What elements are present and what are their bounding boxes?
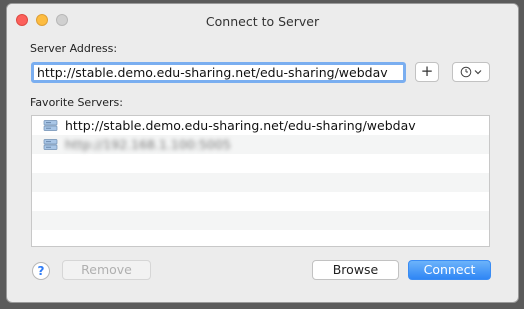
- empty-list-row: [32, 154, 489, 173]
- chevron-down-icon: [474, 70, 482, 75]
- network-drive-icon: [43, 119, 58, 131]
- empty-list-row: [32, 173, 489, 192]
- server-address-input[interactable]: [31, 62, 406, 83]
- connect-button[interactable]: Connect: [408, 260, 491, 280]
- window-title: Connect to Server: [205, 14, 320, 29]
- remove-button: Remove: [62, 260, 151, 280]
- recent-servers-button[interactable]: [452, 62, 490, 82]
- add-to-favorites-button[interactable]: +: [415, 62, 439, 82]
- empty-list-row: [32, 230, 489, 246]
- empty-list-row: [32, 192, 489, 211]
- favorite-server-item[interactable]: http://stable.demo.edu-sharing.net/edu-s…: [32, 116, 489, 135]
- title-bar: Connect to Server: [7, 4, 518, 36]
- favorite-servers-list: http://stable.demo.edu-sharing.net/edu-s…: [31, 115, 490, 247]
- favorite-server-label: http://stable.demo.edu-sharing.net/edu-s…: [65, 118, 416, 133]
- server-address-label: Server Address:: [30, 42, 118, 55]
- empty-list-row: [32, 211, 489, 230]
- network-drive-icon: [43, 138, 58, 150]
- favorite-server-label: http://192.168.1.100:5005: [65, 137, 231, 152]
- connect-to-server-window: Connect to Server Server Address: + Favo…: [7, 4, 518, 302]
- browse-button[interactable]: Browse: [312, 260, 399, 280]
- favorite-server-item[interactable]: http://192.168.1.100:5005: [32, 135, 489, 154]
- help-button[interactable]: ?: [32, 262, 50, 280]
- favorite-servers-label: Favorite Servers:: [30, 96, 123, 109]
- clock-icon: [460, 66, 472, 78]
